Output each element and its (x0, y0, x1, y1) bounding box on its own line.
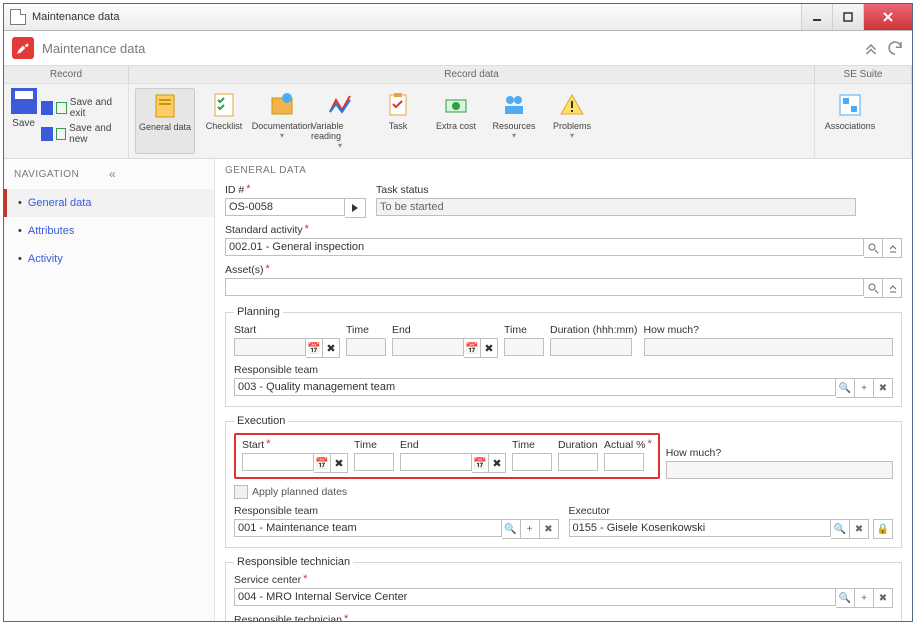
document-icon (10, 9, 26, 25)
ribbon-checklist[interactable]: Checklist (195, 88, 253, 154)
calendar-icon[interactable]: 📅 (464, 338, 481, 358)
ribbon-group-labels: Record Record data SE Suite (4, 66, 912, 84)
status-input (376, 198, 856, 216)
calendar-icon[interactable]: 📅 (472, 453, 489, 473)
calendar-icon[interactable]: 📅 (314, 453, 331, 473)
service-center-input[interactable] (234, 588, 836, 606)
add-icon[interactable]: + (521, 519, 540, 539)
std-activity-input[interactable] (225, 238, 864, 256)
plan-end-input (392, 338, 464, 356)
collapse-icon[interactable]: « (109, 167, 204, 181)
exec-duration[interactable] (558, 453, 598, 471)
clear-icon[interactable]: ✖ (331, 453, 348, 473)
clear-icon[interactable] (883, 278, 902, 298)
planning-fieldset: Planning Start 📅✖ Time End 📅✖ Time Durat… (225, 306, 902, 407)
apply-planned-checkbox[interactable] (234, 485, 248, 499)
clear-icon[interactable]: ✖ (323, 338, 340, 358)
save-icon (11, 88, 37, 114)
app-logo-icon (12, 37, 34, 59)
executor-input[interactable] (569, 519, 832, 537)
save-icon (41, 127, 53, 141)
asset-label: Asset(s) (225, 264, 902, 276)
nav-item-activity[interactable]: Activity (4, 245, 214, 273)
ribbon-associations[interactable]: Associations (821, 88, 879, 154)
app-title: Maintenance data (42, 41, 856, 56)
id-go-button[interactable] (345, 198, 366, 218)
save-and-exit-button[interactable]: Save and exit (41, 97, 122, 119)
main-panel: GENERAL DATA ID # Task status Standard a… (215, 159, 912, 621)
clear-icon[interactable]: ✖ (874, 588, 893, 608)
minimize-button[interactable] (801, 4, 832, 30)
exec-end-input[interactable] (400, 453, 472, 471)
status-label: Task status (376, 184, 902, 196)
plan-start-input (234, 338, 306, 356)
exec-actual[interactable] (604, 453, 644, 471)
ribbon-documentation[interactable]: Documentation▾ (253, 88, 311, 154)
add-icon[interactable]: + (855, 378, 874, 398)
plan-howmuch (644, 338, 893, 356)
search-icon[interactable] (864, 238, 883, 258)
add-icon[interactable]: + (855, 588, 874, 608)
plan-team-label: Responsible team (234, 364, 893, 376)
executor-label: Executor (569, 505, 894, 517)
clear-icon[interactable]: ✖ (481, 338, 498, 358)
ribbon: Save Save and exit Save and new General … (4, 84, 912, 159)
id-input[interactable] (225, 198, 345, 216)
exec-start-time[interactable] (354, 453, 394, 471)
plan-start-time (346, 338, 386, 356)
id-label: ID # (225, 184, 366, 196)
save-button[interactable]: Save (10, 88, 37, 154)
new-icon (56, 128, 66, 140)
nav-title: NAVIGATION (14, 169, 109, 180)
search-icon[interactable]: 🔍 (836, 378, 855, 398)
exec-howmuch (666, 461, 893, 479)
asset-input[interactable] (225, 278, 864, 296)
search-icon[interactable] (864, 278, 883, 298)
close-button[interactable] (863, 4, 912, 30)
ribbon-extra-cost[interactable]: Extra cost (427, 88, 485, 154)
clear-icon[interactable]: ✖ (489, 453, 506, 473)
calendar-icon[interactable]: 📅 (306, 338, 323, 358)
service-center-label: Service center (234, 574, 893, 586)
exec-team-input[interactable] (234, 519, 502, 537)
plan-duration (550, 338, 632, 356)
exit-icon (56, 102, 67, 114)
resp-tech-label: Responsible technician (234, 614, 893, 621)
ribbon-problems[interactable]: Problems▾ (543, 88, 601, 154)
ribbon-variable-reading[interactable]: Variable reading▾ (311, 88, 369, 154)
search-icon[interactable]: 🔍 (831, 519, 850, 539)
clear-icon[interactable]: ✖ (540, 519, 559, 539)
resp-tech-fieldset: Responsible technician Service center 🔍+… (225, 556, 902, 621)
collapse-up-icon[interactable] (862, 39, 880, 57)
execution-highlight: Start 📅✖ Time End 📅✖ Time Duration Actua… (234, 433, 660, 479)
ribbon-resources[interactable]: Resources▾ (485, 88, 543, 154)
search-icon[interactable]: 🔍 (502, 519, 521, 539)
clear-icon[interactable] (883, 238, 902, 258)
navigation-panel: NAVIGATION« General data Attributes Acti… (4, 159, 215, 621)
titlebar: Maintenance data (4, 4, 912, 31)
std-activity-label: Standard activity (225, 224, 902, 236)
plan-end-time (504, 338, 544, 356)
plan-team-input[interactable] (234, 378, 836, 396)
ribbon-task[interactable]: Task (369, 88, 427, 154)
save-icon (41, 101, 53, 115)
exec-end-time[interactable] (512, 453, 552, 471)
app-header: Maintenance data (4, 31, 912, 66)
section-title: GENERAL DATA (225, 165, 902, 176)
exec-team-label: Responsible team (234, 505, 559, 517)
nav-item-general-data[interactable]: General data (4, 189, 214, 217)
search-icon[interactable]: 🔍 (836, 588, 855, 608)
save-and-new-button[interactable]: Save and new (41, 123, 122, 145)
exec-start-input[interactable] (242, 453, 314, 471)
window: Maintenance data Maintenance data Record… (3, 3, 913, 622)
lock-icon[interactable]: 🔒 (873, 519, 893, 539)
maximize-button[interactable] (832, 4, 863, 30)
clear-icon[interactable]: ✖ (874, 378, 893, 398)
ribbon-general-data[interactable]: General data (135, 88, 195, 154)
refresh-icon[interactable] (886, 39, 904, 57)
nav-item-attributes[interactable]: Attributes (4, 217, 214, 245)
clear-icon[interactable]: ✖ (850, 519, 869, 539)
window-title: Maintenance data (32, 11, 801, 23)
execution-fieldset: Execution Start 📅✖ Time End 📅✖ Time Dura… (225, 415, 902, 548)
